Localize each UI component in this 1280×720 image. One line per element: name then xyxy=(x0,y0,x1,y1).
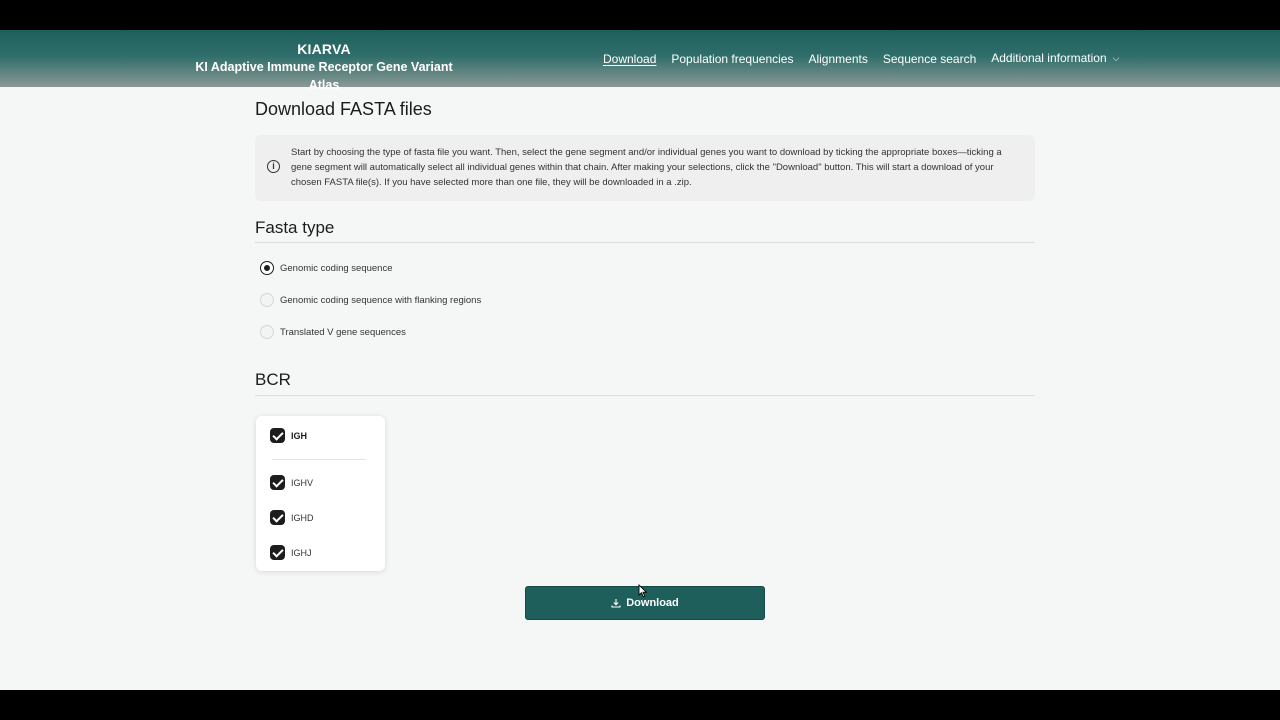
mouse-cursor-icon xyxy=(638,584,648,598)
top-header: KIARVA KI Adaptive Immune Receptor Gene … xyxy=(0,30,1280,92)
info-icon: i xyxy=(267,160,280,173)
checkbox-ighv[interactable]: IGHV xyxy=(270,475,313,490)
download-button-label: Download xyxy=(626,597,679,609)
radio-genomic-coding-sequence[interactable]: Genomic coding sequence xyxy=(260,261,393,275)
nav-population-frequencies[interactable]: Population frequencies xyxy=(671,51,793,67)
nav-download[interactable]: Download xyxy=(603,51,656,67)
igh-chain-card: IGH IGHV IGHD IGHJ xyxy=(256,416,385,571)
info-callout: i Start by choosing the type of fasta fi… xyxy=(255,135,1035,201)
brand[interactable]: KIARVA KI Adaptive Immune Receptor Gene … xyxy=(180,40,468,94)
radio-label: Genomic coding sequence with flanking re… xyxy=(280,294,482,306)
checkbox-ighd[interactable]: IGHD xyxy=(270,510,314,525)
bcr-divider xyxy=(255,395,1035,396)
download-icon xyxy=(611,599,621,608)
checkbox-label: IGHJ xyxy=(291,547,312,558)
radio-label: Genomic coding sequence xyxy=(280,262,393,274)
chevron-down-icon: ⌵ xyxy=(1112,53,1120,63)
bcr-title: BCR xyxy=(255,370,291,389)
checkbox-ighj[interactable]: IGHJ xyxy=(270,545,312,560)
nav-additional-information[interactable]: Additional information ⌵ xyxy=(991,50,1119,67)
checkbox-checked[interactable] xyxy=(270,545,285,560)
checkbox-label: IGHV xyxy=(291,477,314,488)
fasta-type-title: Fasta type xyxy=(255,218,335,237)
page-title: Download FASTA files xyxy=(255,99,432,119)
radio-genomic-coding-flanking[interactable]: Genomic coding sequence with flanking re… xyxy=(260,293,481,307)
fasta-type-divider xyxy=(255,242,1035,243)
radio-button[interactable] xyxy=(260,261,274,275)
brand-full-name: KI Adaptive Immune Receptor Gene Variant… xyxy=(195,60,453,92)
radio-label: Translated V gene sequences xyxy=(280,326,406,338)
checkbox-checked[interactable] xyxy=(270,510,285,525)
checkbox-checked[interactable] xyxy=(270,428,285,443)
brand-short-name: KIARVA xyxy=(297,41,351,57)
radio-button[interactable] xyxy=(260,293,274,307)
checkbox-igh[interactable]: IGH xyxy=(270,428,307,443)
nav-additional-information-label: Additional information xyxy=(991,51,1107,65)
checkbox-label: IGHD xyxy=(291,512,314,523)
checkbox-checked[interactable] xyxy=(270,475,285,490)
nav-alignments[interactable]: Alignments xyxy=(808,51,867,67)
checkbox-label: IGH xyxy=(291,430,308,441)
nav-sequence-search[interactable]: Sequence search xyxy=(883,51,976,67)
info-text: Start by choosing the type of fasta file… xyxy=(291,147,1002,188)
main-nav: Download Population frequencies Alignmen… xyxy=(603,50,1134,67)
radio-button[interactable] xyxy=(260,325,274,339)
card-divider xyxy=(272,459,366,460)
radio-translated-v-gene[interactable]: Translated V gene sequences xyxy=(260,325,406,339)
